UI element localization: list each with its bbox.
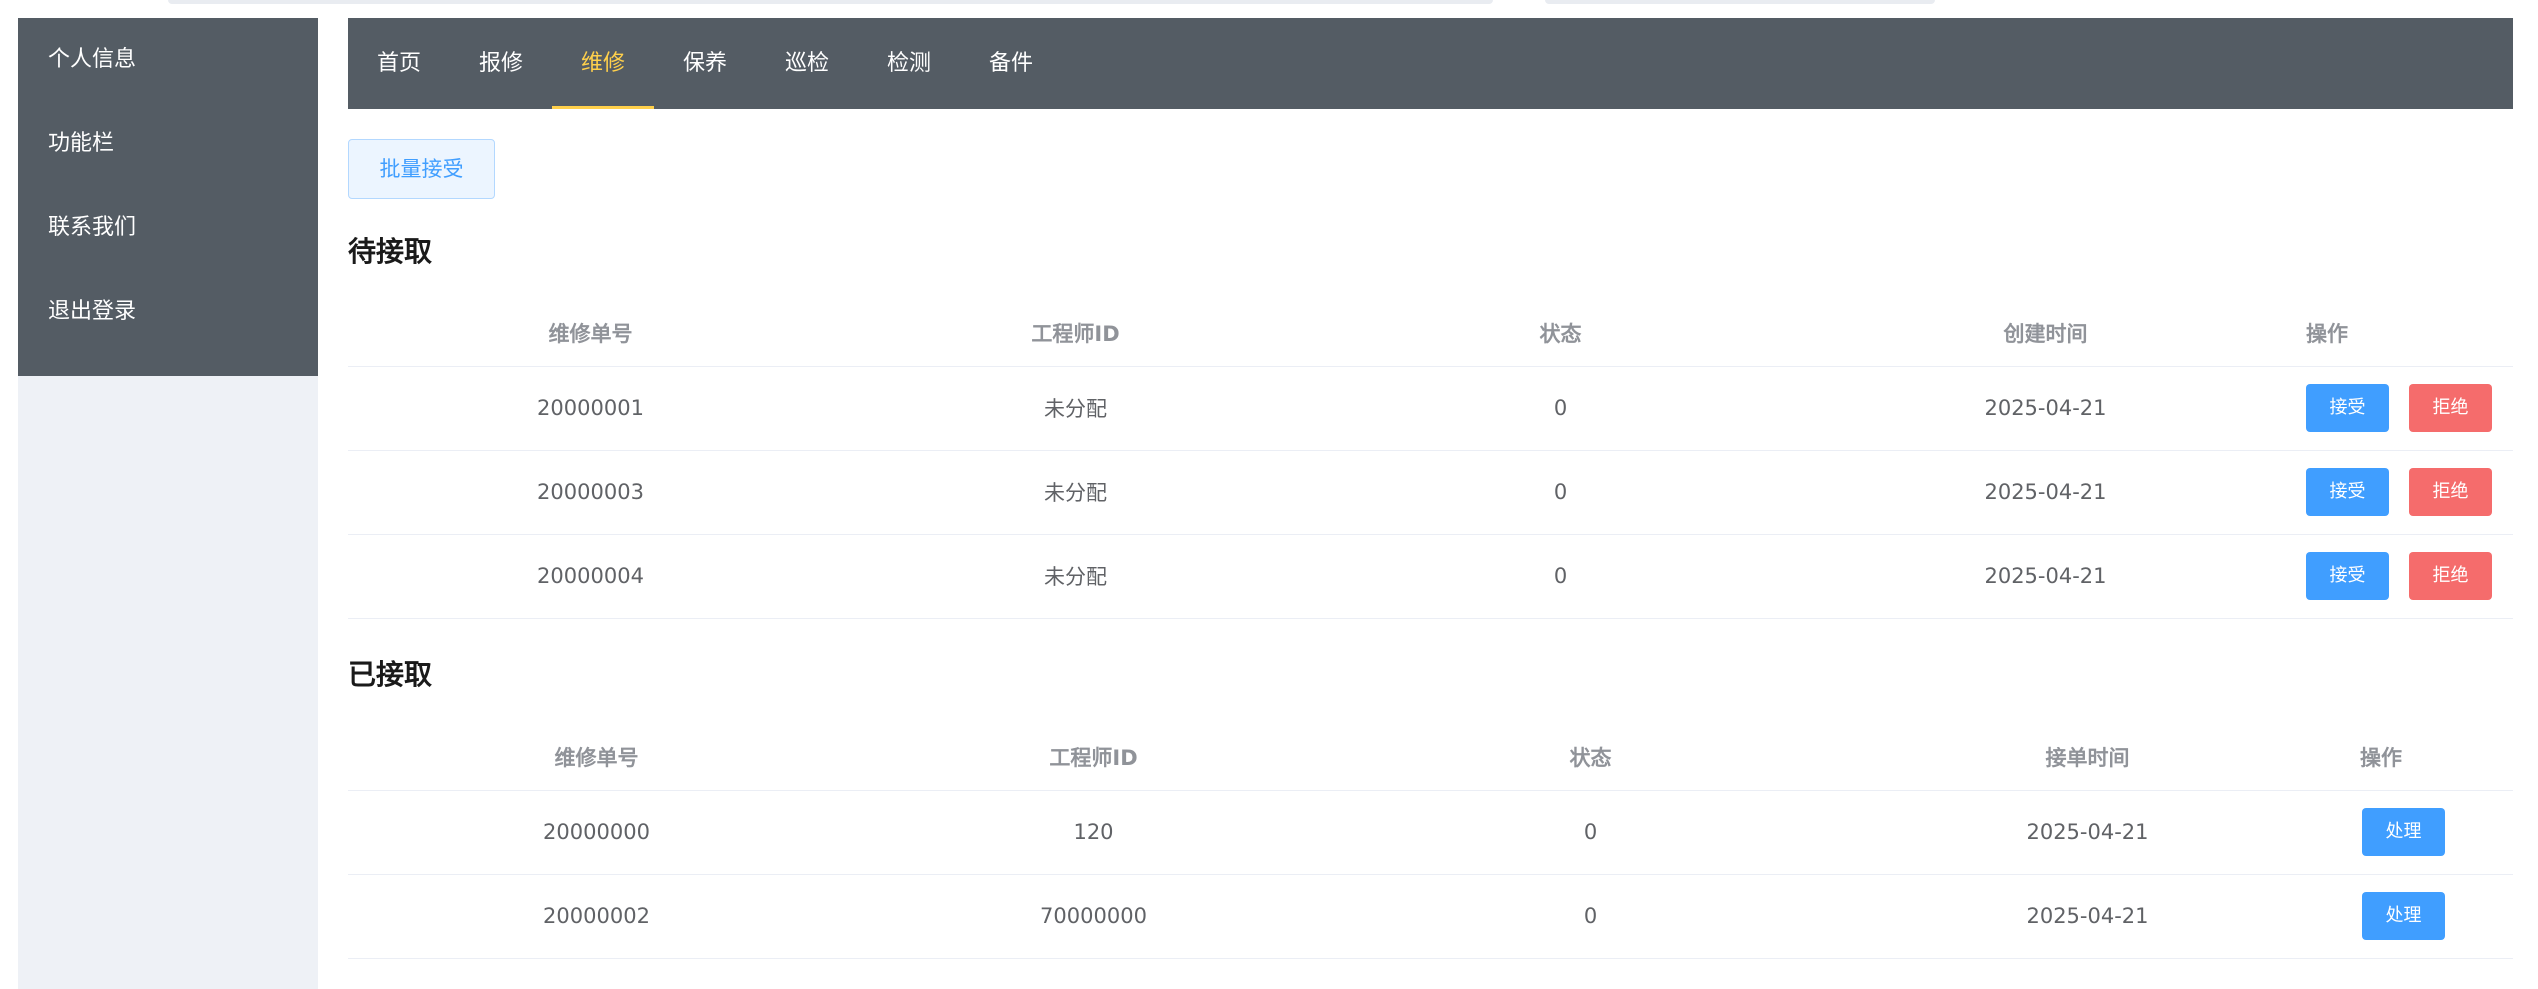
cell-engineer-id: 未分配 (833, 366, 1318, 451)
handle-button[interactable]: 处理 (2362, 892, 2445, 940)
accept-button[interactable]: 接受 (2306, 468, 2389, 516)
tab-repair[interactable]: 维修 (552, 18, 654, 109)
tab-home[interactable]: 首页 (348, 18, 450, 109)
table-header-row: 维修单号 工程师ID 状态 接单时间 操作 (348, 716, 2513, 791)
table-row: 20000000 120 0 2025-04-21 处理 (348, 790, 2513, 875)
accepted-table: 维修单号 工程师ID 状态 接单时间 操作 20000000 120 0 202… (348, 716, 2513, 959)
sidebar-item-contact[interactable]: 联系我们 (18, 186, 318, 270)
table-row: 20000003 未分配 0 2025-04-21 接受 拒绝 (348, 450, 2513, 535)
cell-actions: 接受 拒绝 (2288, 450, 2513, 535)
cell-status: 0 (1318, 450, 1803, 535)
column-header-engineer-id: 工程师ID (845, 716, 1342, 791)
column-header-status: 状态 (1318, 292, 1803, 367)
column-header-order-id: 维修单号 (348, 292, 833, 367)
cell-engineer-id: 70000000 (845, 874, 1342, 959)
cell-status: 0 (1318, 366, 1803, 451)
cell-order-id: 20000004 (348, 534, 833, 619)
cell-created-time: 2025-04-21 (1803, 366, 2288, 451)
column-header-accepted-time: 接单时间 (1839, 716, 2336, 791)
table-row: 20000002 70000000 0 2025-04-21 处理 (348, 874, 2513, 959)
sidebar-item-functions[interactable]: 功能栏 (18, 102, 318, 186)
top-nav: 首页 报修 维修 保养 巡检 检测 备件 (348, 18, 2513, 109)
tab-patrol[interactable]: 巡检 (756, 18, 858, 109)
reject-button[interactable]: 拒绝 (2409, 552, 2492, 600)
column-header-status: 状态 (1342, 716, 1839, 791)
accept-button[interactable]: 接受 (2306, 384, 2389, 432)
cell-status: 0 (1318, 534, 1803, 619)
top-strip-fragment (1545, 0, 1935, 4)
column-header-order-id: 维修单号 (348, 716, 845, 791)
cell-engineer-id: 未分配 (833, 534, 1318, 619)
accept-button[interactable]: 接受 (2306, 552, 2389, 600)
handle-button[interactable]: 处理 (2362, 808, 2445, 856)
table-row: 20000004 未分配 0 2025-04-21 接受 拒绝 (348, 534, 2513, 619)
cell-order-id: 20000003 (348, 450, 833, 535)
cell-actions: 接受 拒绝 (2288, 534, 2513, 619)
column-header-created-time: 创建时间 (1803, 292, 2288, 367)
cell-order-id: 20000000 (348, 790, 845, 875)
cell-engineer-id: 未分配 (833, 450, 1318, 535)
cell-actions: 接受 拒绝 (2288, 366, 2513, 451)
cell-actions: 处理 (2336, 790, 2513, 875)
cell-created-time: 2025-04-21 (1803, 450, 2288, 535)
column-header-engineer-id: 工程师ID (833, 292, 1318, 367)
table-row: 20000001 未分配 0 2025-04-21 接受 拒绝 (348, 366, 2513, 451)
cell-order-id: 20000001 (348, 366, 833, 451)
cell-status: 0 (1342, 874, 1839, 959)
top-strip (0, 0, 2538, 18)
pending-table: 维修单号 工程师ID 状态 创建时间 操作 20000001 未分配 0 202… (348, 292, 2513, 619)
sidebar-menu: 个人信息 功能栏 联系我们 退出登录 (18, 18, 318, 376)
reject-button[interactable]: 拒绝 (2409, 468, 2492, 516)
tab-spare-parts[interactable]: 备件 (960, 18, 1062, 109)
reject-button[interactable]: 拒绝 (2409, 384, 2492, 432)
cell-accepted-time: 2025-04-21 (1839, 874, 2336, 959)
cell-order-id: 20000002 (348, 874, 845, 959)
table-header-row: 维修单号 工程师ID 状态 创建时间 操作 (348, 292, 2513, 367)
column-header-actions: 操作 (2336, 716, 2513, 791)
cell-created-time: 2025-04-21 (1803, 534, 2288, 619)
pending-section-title: 待接取 (348, 235, 433, 268)
column-header-actions: 操作 (2288, 292, 2513, 367)
cell-actions: 处理 (2336, 874, 2513, 959)
sidebar-item-logout[interactable]: 退出登录 (18, 270, 318, 354)
sidebar-item-profile[interactable]: 个人信息 (18, 18, 318, 102)
cell-engineer-id: 120 (845, 790, 1342, 875)
top-strip-fragment (168, 0, 1493, 4)
cell-status: 0 (1342, 790, 1839, 875)
batch-accept-button[interactable]: 批量接受 (348, 139, 495, 199)
tab-inspection[interactable]: 检测 (858, 18, 960, 109)
tab-report-repair[interactable]: 报修 (450, 18, 552, 109)
accepted-section-title: 已接取 (348, 658, 433, 691)
cell-accepted-time: 2025-04-21 (1839, 790, 2336, 875)
tab-maintenance[interactable]: 保养 (654, 18, 756, 109)
